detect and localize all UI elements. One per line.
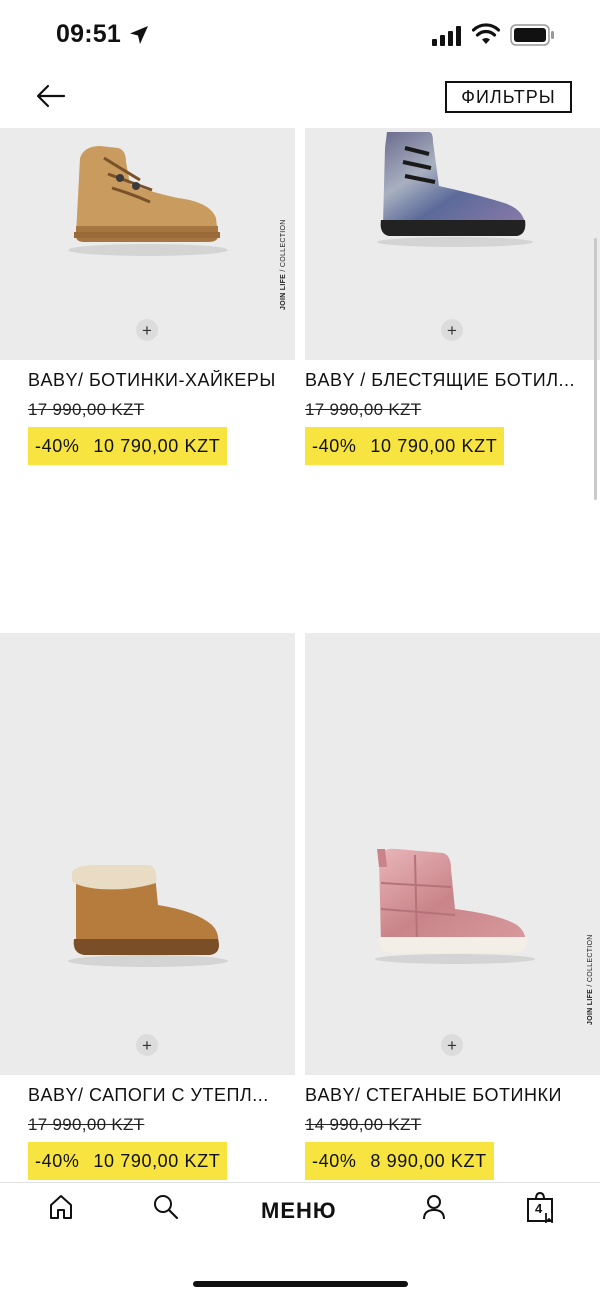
sale-price-tag: -40% 10 790,00 KZT (28, 427, 228, 465)
cellular-signal-icon (432, 26, 461, 46)
add-to-cart-button[interactable]: + (441, 1034, 463, 1056)
home-indicator (193, 1281, 408, 1287)
product-name[interactable]: BABY/ БОТИНКИ-ХАЙКЕРЫ (28, 370, 294, 391)
join-life-badge: JOIN LIFE / COLLECTION (587, 934, 594, 1025)
cart-count-badge: 4 (535, 1201, 543, 1216)
add-to-cart-button[interactable]: + (441, 319, 463, 341)
fur-boot-image (68, 865, 228, 967)
old-price: 17 990,00 KZT (28, 400, 145, 419)
discount-percent: -40% (312, 1150, 357, 1171)
product-image[interactable]: JOIN LIFE / COLLECTION + (0, 128, 295, 360)
back-arrow-icon[interactable] (32, 80, 68, 112)
product-card[interactable]: JOIN LIFE / COLLECTION + BABY/ БОТИНКИ-Х… (0, 128, 295, 468)
product-image[interactable]: JOIN LIFE / COLLECTION + (305, 633, 600, 1075)
discount-percent: -40% (35, 1150, 80, 1171)
product-card[interactable]: + BABY/ САПОГИ С УТЕПЛ... 17 990,00 KZT … (0, 633, 295, 1193)
battery-icon (510, 24, 554, 46)
sale-price: 8 990,00 KZT (370, 1150, 487, 1171)
product-image[interactable]: + (305, 128, 600, 360)
sale-price: 10 790,00 KZT (93, 435, 221, 456)
home-icon[interactable] (48, 1193, 74, 1221)
wifi-icon (472, 23, 500, 44)
product-card[interactable]: JOIN LIFE / COLLECTION + BABY/ СТЕГАНЫЕ … (305, 633, 600, 1193)
discount-percent: -40% (312, 435, 357, 456)
product-name[interactable]: BABY/ СТЕГАНЫЕ БОТИНКИ (305, 1085, 595, 1106)
status-bar: 09:51 (0, 0, 600, 70)
account-icon[interactable] (421, 1193, 447, 1221)
sale-price-tag: -40% 8 990,00 KZT (305, 1142, 494, 1180)
sale-price: 10 790,00 KZT (93, 1150, 221, 1171)
status-time: 09:51 (56, 20, 121, 48)
sale-price-tag: -40% 10 790,00 KZT (28, 1142, 228, 1180)
old-price: 17 990,00 KZT (305, 400, 422, 419)
quilted-boot-image (375, 848, 535, 964)
join-life-badge: JOIN LIFE / COLLECTION (280, 219, 287, 310)
product-name[interactable]: BABY/ САПОГИ С УТЕПЛ... (28, 1085, 294, 1106)
discount-percent: -40% (35, 435, 80, 456)
old-price: 14 990,00 KZT (305, 1115, 422, 1134)
menu-button[interactable]: МЕНЮ (261, 1198, 337, 1224)
location-arrow-icon (130, 26, 148, 44)
search-icon[interactable] (152, 1193, 180, 1221)
product-card[interactable]: + BABY / БЛЕСТЯЩИЕ БОТИЛ... 17 990,00 KZ… (305, 128, 600, 468)
old-price: 17 990,00 KZT (28, 1115, 145, 1134)
add-to-cart-button[interactable]: + (136, 1034, 158, 1056)
scrollbar[interactable] (594, 238, 597, 500)
bottom-navigation: МЕНЮ 4 (0, 1182, 600, 1297)
cart-button[interactable]: 4 (526, 1191, 556, 1223)
sale-price: 10 790,00 KZT (370, 435, 498, 456)
add-to-cart-button[interactable]: + (136, 319, 158, 341)
sale-price-tag: -40% 10 790,00 KZT (305, 427, 505, 465)
product-image[interactable]: + (0, 633, 295, 1075)
product-name[interactable]: BABY / БЛЕСТЯЩИЕ БОТИЛ... (305, 370, 595, 391)
filters-button[interactable]: ФИЛЬТРЫ (445, 81, 572, 113)
